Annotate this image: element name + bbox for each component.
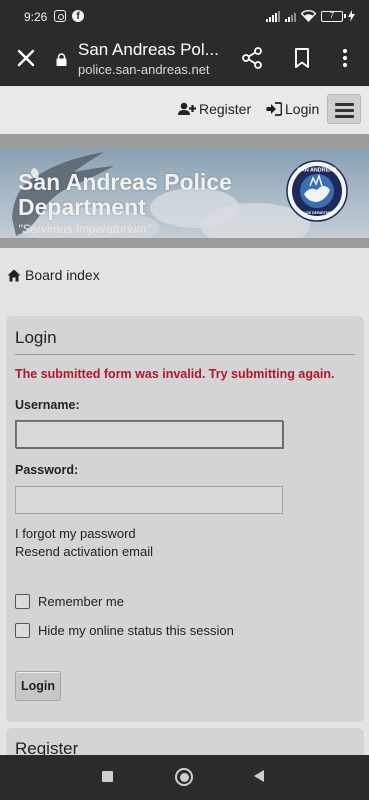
add-user-icon bbox=[178, 102, 196, 115]
more-options-icon[interactable] bbox=[334, 46, 356, 70]
home-button-icon[interactable] bbox=[175, 768, 193, 786]
instagram-icon bbox=[54, 10, 66, 22]
close-icon bbox=[17, 49, 35, 67]
hide-online-status-checkbox[interactable] bbox=[15, 623, 30, 638]
lock-icon bbox=[56, 53, 67, 66]
seal-bottom-text: POLICE DEPARTMENT bbox=[299, 211, 337, 215]
back-icon[interactable] bbox=[254, 770, 264, 782]
banner-top-strip bbox=[0, 134, 369, 148]
forgot-password-link[interactable]: I forgot my password bbox=[15, 526, 136, 541]
login-panel: Login The submitted form was invalid. Tr… bbox=[6, 316, 364, 722]
close-tab-button[interactable] bbox=[12, 44, 40, 72]
form-error-message: The submitted form was invalid. Try subm… bbox=[15, 367, 335, 381]
site-banner[interactable]: San Andreas Police Department "Servimus … bbox=[0, 148, 369, 238]
charging-icon bbox=[348, 10, 355, 22]
home-icon bbox=[7, 269, 21, 281]
menu-button[interactable] bbox=[327, 94, 361, 124]
register-link[interactable]: Register bbox=[178, 101, 251, 117]
share-icon[interactable] bbox=[240, 46, 264, 70]
banner-motto: "Servimus Imperatorium" bbox=[18, 222, 151, 236]
page-url[interactable]: police.san-andreas.net bbox=[78, 62, 210, 77]
banner-bottom-strip bbox=[0, 238, 369, 248]
police-seal-icon: SAN ANDREAS POLICE DEPARTMENT bbox=[286, 160, 348, 222]
username-label: Username: bbox=[15, 398, 80, 412]
password-label: Password: bbox=[15, 463, 79, 477]
heading-divider bbox=[15, 354, 355, 355]
remember-me-checkbox[interactable] bbox=[15, 594, 30, 609]
battery-icon: 7 bbox=[321, 10, 346, 22]
breadcrumb-board-index[interactable]: Board index bbox=[25, 267, 100, 283]
register-label: Register bbox=[199, 101, 252, 117]
login-submit-button[interactable]: Login bbox=[15, 671, 61, 701]
signal-2-icon bbox=[285, 11, 296, 22]
forum-navbar: Register Login bbox=[0, 86, 369, 134]
signal-icon bbox=[266, 10, 280, 22]
facebook-icon: f bbox=[72, 10, 84, 22]
seal-top-text: SAN ANDREAS bbox=[297, 168, 337, 174]
banner-title: San Andreas Police Department bbox=[18, 169, 232, 220]
recent-apps-icon[interactable] bbox=[102, 771, 113, 782]
login-label: Login bbox=[285, 101, 320, 117]
remember-me-option[interactable]: Remember me bbox=[15, 594, 124, 609]
login-heading: Login bbox=[15, 328, 57, 347]
login-link[interactable]: Login bbox=[266, 101, 319, 117]
hide-online-status-option[interactable]: Hide my online status this session bbox=[15, 623, 234, 638]
password-field[interactable] bbox=[15, 486, 283, 514]
username-field[interactable] bbox=[15, 420, 283, 448]
status-time: 9:26 bbox=[24, 10, 48, 24]
hide-online-status-label: Hide my online status this session bbox=[38, 623, 234, 638]
remember-me-label: Remember me bbox=[38, 594, 124, 609]
page-title: San Andreas Pol... bbox=[78, 40, 219, 59]
system-nav-bar bbox=[0, 755, 369, 800]
status-bar: 9:26 f 7 bbox=[0, 0, 369, 34]
bookmark-icon[interactable] bbox=[290, 46, 314, 70]
breadcrumb[interactable]: Board index bbox=[7, 267, 100, 283]
sign-in-icon bbox=[266, 102, 282, 116]
wifi-icon bbox=[301, 10, 316, 22]
browser-toolbar: San Andreas Pol... police.san-andreas.ne… bbox=[0, 34, 369, 86]
resend-activation-link[interactable]: Resend activation email bbox=[15, 544, 153, 559]
